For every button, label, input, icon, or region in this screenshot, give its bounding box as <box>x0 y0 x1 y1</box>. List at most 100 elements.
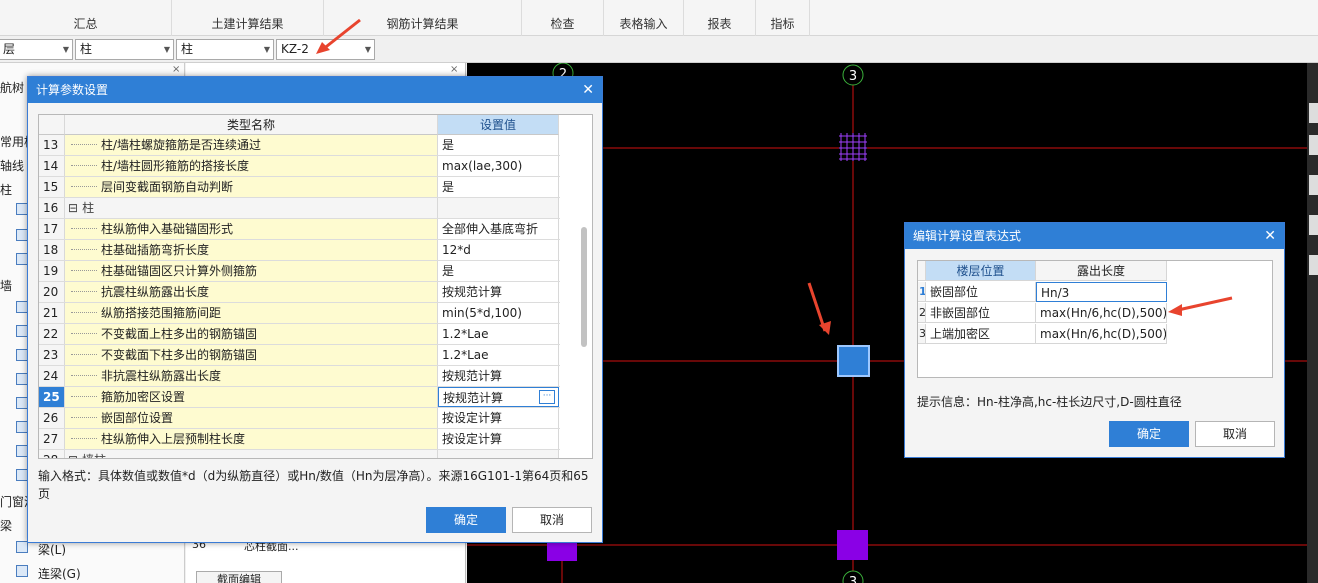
tree-item-column[interactable]: 柱 <box>0 181 12 198</box>
component-select-value: KZ-2 <box>281 42 309 56</box>
row-number: 23 <box>39 345 65 365</box>
category-select[interactable]: 柱 ▼ <box>75 39 174 60</box>
tab-table-input[interactable]: 表格输入 <box>604 0 684 36</box>
row-value-label: 按规范计算 <box>443 391 504 405</box>
close-icon[interactable]: × <box>450 64 458 75</box>
row-value-cell[interactable]: max(lae,300) <box>438 156 559 176</box>
chevron-down-icon: ▼ <box>163 45 170 54</box>
table-row[interactable]: 23 不变截面下柱多出的钢筋锚固 1.2*Lae <box>39 345 592 366</box>
row-name-label: 不变截面上柱多出的钢筋锚固 <box>101 327 258 341</box>
tree-connector <box>71 387 97 397</box>
row-name-cell: 柱纵筋伸入基础锚固形式 <box>65 219 438 239</box>
table-row[interactable]: 27 柱纵筋伸入上层预制柱长度 按设定计算 <box>39 429 592 450</box>
ellipsis-icon[interactable]: ··· <box>539 390 555 404</box>
row-value-cell[interactable]: min(5*d,100) <box>438 303 559 323</box>
row-value-cell[interactable]: 按规范计算 ··· <box>438 387 559 407</box>
row-number: 3 <box>918 324 926 344</box>
row-value-cell[interactable] <box>438 198 559 218</box>
cancel-button[interactable]: 取消 <box>1195 421 1275 447</box>
table-row[interactable]: 14 柱/墙柱圆形箍筋的搭接长度 max(lae,300) <box>39 156 592 177</box>
axis-label: 3 <box>849 69 857 84</box>
table-row[interactable]: 24 非抗震柱纵筋露出长度 按规范计算 <box>39 366 592 387</box>
floor-select-value: 层 <box>3 42 16 56</box>
row-value-cell[interactable]: 是 <box>438 177 559 197</box>
close-icon[interactable]: × <box>172 64 180 75</box>
table-row[interactable]: 16 ⊟ 柱 <box>39 198 592 219</box>
row-number: 2 <box>918 303 926 323</box>
floor-select[interactable]: 层 ▼ <box>0 39 73 60</box>
tree-item-beam-l[interactable]: 梁(L) <box>38 541 66 558</box>
row-name-label: 嵌固部位设置 <box>101 411 174 425</box>
toolbar-icon[interactable] <box>1309 175 1318 195</box>
table-row[interactable]: 26 嵌固部位设置 按设定计算 <box>39 408 592 429</box>
row-value-cell[interactable]: 12*d <box>438 240 559 260</box>
table-row[interactable]: 13 柱/墙柱螺旋箍筋是否连续通过 是 <box>39 135 592 156</box>
row-value-label: 是 <box>442 264 455 278</box>
row-value-cell[interactable]: 按设定计算 <box>438 408 559 428</box>
ok-button[interactable]: 确定 <box>1109 421 1189 447</box>
row-value-cell[interactable]: 1.2*Lae <box>438 345 559 365</box>
scrollbar-thumb[interactable] <box>581 227 587 347</box>
row-number: 19 <box>39 261 65 281</box>
tab-index[interactable]: 指标 <box>756 0 810 36</box>
row-name-label: 柱/墙柱圆形箍筋的搭接长度 <box>101 159 250 173</box>
exposed-length-cell[interactable]: max(Hn/6,hc(D),500) <box>1036 324 1167 344</box>
row-name-label: 柱基础锚固区只计算外侧箍筋 <box>101 264 258 278</box>
row-number: 22 <box>39 324 65 344</box>
exposed-length-cell[interactable]: max(Hn/6,hc(D),500) <box>1036 303 1167 323</box>
tab-check[interactable]: 检查 <box>522 0 604 36</box>
column-element[interactable] <box>837 530 868 560</box>
row-name-cell: 非抗震柱纵筋露出长度 <box>65 366 438 386</box>
grid-scrollbar[interactable] <box>560 115 592 458</box>
row-value-cell[interactable]: 按设定计算 <box>438 429 559 449</box>
column-rebar-grid[interactable] <box>839 133 867 161</box>
collapse-icon[interactable]: ⊟ <box>68 198 78 218</box>
table-row[interactable]: 20 抗震柱纵筋露出长度 按规范计算 <box>39 282 592 303</box>
table-row[interactable]: 21 纵筋搭接范围箍筋间距 min(5*d,100) <box>39 303 592 324</box>
tree-connector <box>71 135 97 145</box>
tree-item-beam[interactable]: 梁 <box>0 517 12 534</box>
close-icon[interactable]: ✕ <box>582 77 594 103</box>
toolbar-icon[interactable] <box>1309 215 1318 235</box>
annotation-arrow <box>1168 296 1233 316</box>
grid-corner <box>39 115 65 135</box>
tree-item-wall[interactable]: 墙 <box>0 277 12 294</box>
toolbar-icon[interactable] <box>1309 255 1318 275</box>
row-value-label: 按设定计算 <box>442 432 503 446</box>
selected-column[interactable] <box>837 345 870 377</box>
cancel-button[interactable]: 取消 <box>512 507 592 533</box>
row-value-label: min(5*d,100) <box>442 306 522 320</box>
settings-grid: 类型名称 设置值 13 柱/墙柱螺旋箍筋是否连续通过是 14 柱/墙柱圆形箍筋的搭接长… <box>38 114 593 459</box>
toolbar-icon[interactable] <box>1309 103 1318 123</box>
table-row[interactable]: 15 层间变截面钢筋自动判断 是 <box>39 177 592 198</box>
row-name-cell: 箍筋加密区设置 <box>65 387 438 407</box>
section-edit-button[interactable]: 截面编辑 <box>196 571 282 583</box>
table-row[interactable]: 18 柱基础插筋弯折长度 12*d <box>39 240 592 261</box>
close-icon[interactable]: ✕ <box>1264 223 1276 249</box>
type-select[interactable]: 柱 ▼ <box>176 39 274 60</box>
tab-civil-results[interactable]: 土建计算结果 <box>172 0 324 36</box>
row-value-cell[interactable]: 按规范计算 <box>438 282 559 302</box>
table-row[interactable]: 22 不变截面上柱多出的钢筋锚固 1.2*Lae <box>39 324 592 345</box>
table-row[interactable]: 19 柱基础锚固区只计算外侧箍筋 是 <box>39 261 592 282</box>
ok-button[interactable]: 确定 <box>426 507 506 533</box>
row-value-cell[interactable]: 全部伸入基底弯折 <box>438 219 559 239</box>
tree-item-coupling-beam[interactable]: 连梁(G) <box>38 565 81 582</box>
expression-dialog: 编辑计算设置表达式 ✕ 楼层位置 露出长度 1 嵌固部位 Hn/3 2 非嵌固部位 max… <box>904 222 1285 458</box>
table-row[interactable]: 25 箍筋加密区设置 按规范计算 ··· <box>39 387 592 408</box>
toolbar-icon[interactable] <box>1309 135 1318 155</box>
row-value-cell[interactable] <box>438 450 559 458</box>
table-row[interactable]: 17 柱纵筋伸入基础锚固形式 全部伸入基底弯折 <box>39 219 592 240</box>
collapse-icon[interactable]: ⊟ <box>68 450 78 458</box>
row-value-cell[interactable]: 是 <box>438 135 559 155</box>
row-value-cell[interactable]: 1.2*Lae <box>438 324 559 344</box>
tree-item-axis[interactable]: 轴线 <box>0 157 24 174</box>
tab-summary[interactable]: 汇总 <box>0 0 172 36</box>
row-value-label: 按规范计算 <box>442 285 503 299</box>
table-row[interactable]: 28⊟ 墙柱 <box>39 450 592 458</box>
row-name-cell: 纵筋搭接范围箍筋间距 <box>65 303 438 323</box>
row-value-cell[interactable]: 是 <box>438 261 559 281</box>
tab-report[interactable]: 报表 <box>684 0 756 36</box>
exposed-length-cell[interactable]: Hn/3 <box>1036 282 1167 302</box>
row-value-cell[interactable]: 按规范计算 <box>438 366 559 386</box>
